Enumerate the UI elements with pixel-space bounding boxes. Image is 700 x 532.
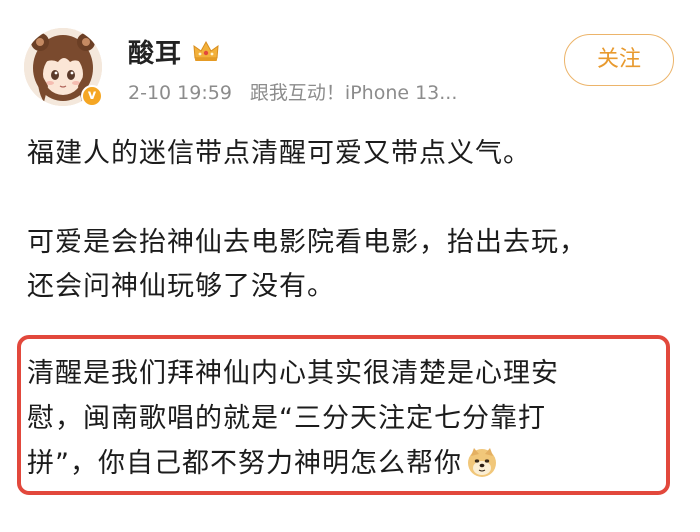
- post-paragraph-2-line-2: 还会问神仙玩够了没有。: [27, 271, 335, 302]
- post-paragraph-3-line-2: 慰，闽南歌唱的就是“三分天注定七分靠打: [27, 403, 546, 434]
- post-paragraph-1: 福建人的迷信带点清醒可爱又带点义气。: [27, 138, 531, 169]
- post-meta: 2-10 19:59 跟我互动！iPhone 13...: [128, 78, 457, 105]
- post-paragraph-2-line-1: 可爱是会抬神仙去电影院看电影，抬出去玩，: [27, 227, 587, 258]
- weibo-post: v 酸耳 2-10 19:59 跟我互动！iPhone 13... 关注 福建人的…: [0, 0, 700, 532]
- verified-badge-icon: v: [81, 85, 103, 107]
- follow-button[interactable]: 关注: [564, 34, 674, 86]
- crown-icon: [193, 40, 219, 61]
- post-paragraph-3-line-3-wrap: 拼”，你自己都不努力神明怎么帮你: [27, 442, 498, 486]
- post-timestamp: 2-10 19:59: [128, 82, 232, 104]
- doge-emoji-icon: [468, 448, 496, 477]
- username[interactable]: 酸耳: [128, 33, 182, 70]
- post-source[interactable]: 跟我互动！iPhone 13...: [250, 82, 457, 104]
- post-paragraph-3-line-3: 拼”，你自己都不努力神明怎么帮你: [27, 448, 462, 479]
- post-paragraph-3-line-1: 清醒是我们拜神仙内心其实很清楚是心理安: [27, 358, 559, 389]
